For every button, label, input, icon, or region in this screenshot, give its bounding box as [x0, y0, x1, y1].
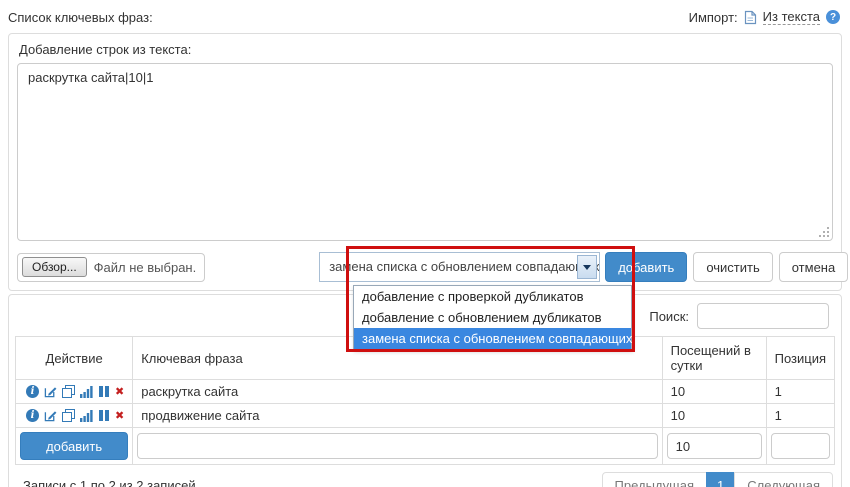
- copy-icon[interactable]: [62, 385, 75, 398]
- row-add-button[interactable]: добавить: [20, 432, 128, 460]
- import-mode-select[interactable]: замена списка с обновлением совпадающих: [319, 252, 600, 282]
- import-from-text-link[interactable]: Из текста: [763, 9, 820, 25]
- import-label: Импорт:: [689, 10, 738, 25]
- resize-handle-icon[interactable]: [827, 235, 829, 237]
- edit-icon[interactable]: [44, 385, 57, 398]
- browse-button[interactable]: Обзор...: [22, 257, 87, 277]
- stats-icon[interactable]: [80, 385, 93, 398]
- textarea-wrap: раскрутка сайта|10|1: [17, 63, 833, 244]
- phrase-cell: продвижение сайта: [133, 404, 662, 428]
- chevron-down-icon[interactable]: [577, 255, 597, 279]
- top-bar: Список ключевых фраз: Импорт: Из текста …: [0, 0, 850, 33]
- visits-cell: 10: [662, 380, 766, 404]
- keywords-table: Действие Ключевая фраза Посещений в сутк…: [15, 336, 835, 465]
- keyword-manager-page: Список ключевых фраз: Импорт: Из текста …: [0, 0, 850, 487]
- table-row: i ✖ продвижение сайта 10 1: [16, 404, 835, 428]
- position-cell: 1: [766, 404, 834, 428]
- file-input-box: Обзор... Файл не выбран.: [17, 253, 205, 282]
- pagination-next[interactable]: Следующая: [734, 472, 833, 487]
- header-visits: Посещений в сутки: [662, 337, 766, 380]
- delete-icon[interactable]: ✖: [115, 385, 124, 398]
- add-panel-header: Добавление строк из текста:: [9, 34, 841, 63]
- table-wrap: Действие Ключевая фраза Посещений в сутк…: [9, 336, 841, 465]
- import-group: Импорт: Из текста ?: [689, 9, 840, 25]
- dropdown-option[interactable]: добавление с обновлением дубликатов: [354, 307, 631, 328]
- visits-cell: 10: [662, 404, 766, 428]
- dropdown-option-selected[interactable]: замена списка с обновлением совпадающих: [354, 328, 631, 349]
- delete-icon[interactable]: ✖: [115, 409, 124, 422]
- search-label: Поиск:: [649, 309, 689, 324]
- phrases-textarea[interactable]: раскрутка сайта|10|1: [17, 63, 833, 241]
- pagination-prev[interactable]: Предыдущая: [602, 472, 708, 487]
- table-row: i ✖ раскрутка сайта 10 1: [16, 380, 835, 404]
- add-keyword-row: добавить: [16, 428, 835, 465]
- search-input[interactable]: [697, 303, 829, 329]
- row-actions: i ✖: [24, 385, 124, 398]
- dropdown-option[interactable]: добавление с проверкой дубликатов: [354, 286, 631, 307]
- stats-icon[interactable]: [80, 409, 93, 422]
- header-position: Позиция: [766, 337, 834, 380]
- copy-icon[interactable]: [62, 409, 75, 422]
- file-status-text: Файл не выбран.: [94, 260, 197, 275]
- records-info: Записи с 1 по 2 из 2 записей: [23, 478, 196, 487]
- info-icon[interactable]: i: [26, 385, 39, 398]
- new-position-input[interactable]: [771, 433, 830, 459]
- pagination: Предыдущая 1 Следующая: [602, 472, 833, 487]
- cancel-button[interactable]: отмена: [779, 252, 848, 282]
- row-actions: i ✖: [24, 409, 124, 422]
- list-footer: Записи с 1 по 2 из 2 записей Предыдущая …: [9, 465, 841, 487]
- add-button[interactable]: добавить: [605, 252, 687, 282]
- header-action: Действие: [16, 337, 133, 380]
- page-title: Список ключевых фраз:: [8, 10, 153, 25]
- new-visits-input[interactable]: [667, 433, 762, 459]
- pause-icon[interactable]: [98, 409, 110, 422]
- help-icon[interactable]: ?: [826, 10, 840, 24]
- select-selected-value: замена списка с обновлением совпадающих: [320, 253, 599, 274]
- pagination-page-1[interactable]: 1: [706, 472, 735, 487]
- add-controls-row: Обзор... Файл не выбран. замена списка с…: [9, 244, 841, 290]
- clear-button[interactable]: очистить: [693, 252, 772, 282]
- import-mode-dropdown-list: добавление с проверкой дубликатов добавл…: [353, 285, 632, 350]
- pause-icon[interactable]: [98, 385, 110, 398]
- phrase-cell: раскрутка сайта: [133, 380, 662, 404]
- new-phrase-input[interactable]: [137, 433, 657, 459]
- info-icon[interactable]: i: [26, 409, 39, 422]
- edit-icon[interactable]: [44, 409, 57, 422]
- document-icon: [744, 10, 757, 25]
- add-from-text-panel: Добавление строк из текста: раскрутка са…: [8, 33, 842, 291]
- position-cell: 1: [766, 380, 834, 404]
